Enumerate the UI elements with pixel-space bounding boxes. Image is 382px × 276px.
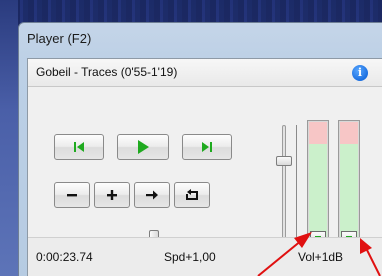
slow-down-button[interactable]: [54, 182, 90, 208]
plus-icon: [107, 190, 117, 200]
previous-button[interactable]: [54, 134, 104, 160]
forward-button[interactable]: [134, 182, 170, 208]
skip-to-start-icon: [74, 142, 84, 152]
meter-clip-zone: [309, 122, 327, 144]
panel-header: Gobeil - Traces (0'55-1'19) i: [28, 59, 382, 87]
player-window: Player (F2) Gobeil - Traces (0'55-1'19) …: [18, 22, 382, 276]
skip-to-end-icon: [202, 142, 212, 152]
annotation-arrow-left: [257, 232, 312, 276]
play-icon: [138, 140, 149, 154]
track-title: Gobeil - Traces (0'55-1'19): [36, 65, 178, 79]
speed-up-button[interactable]: [94, 182, 130, 208]
time-readout: 0:00:23.74: [36, 250, 93, 264]
speed-readout: Spd+1,00: [164, 250, 216, 264]
info-icon[interactable]: i: [352, 65, 368, 81]
minus-icon: [67, 194, 77, 197]
window-title: Player (F2): [27, 31, 92, 46]
desktop-background-left: [0, 0, 18, 276]
right-arrow-icon: [146, 190, 158, 200]
play-button[interactable]: [117, 134, 169, 160]
next-button[interactable]: [182, 134, 232, 160]
meter-clip-zone: [340, 122, 358, 144]
annotation-arrow-right: [360, 238, 381, 276]
volume-slider-thumb[interactable]: [276, 156, 292, 167]
loop-icon: [186, 189, 198, 200]
loop-button[interactable]: [174, 182, 210, 208]
player-panel: Gobeil - Traces (0'55-1'19) i 0:00:23.74…: [27, 58, 382, 276]
